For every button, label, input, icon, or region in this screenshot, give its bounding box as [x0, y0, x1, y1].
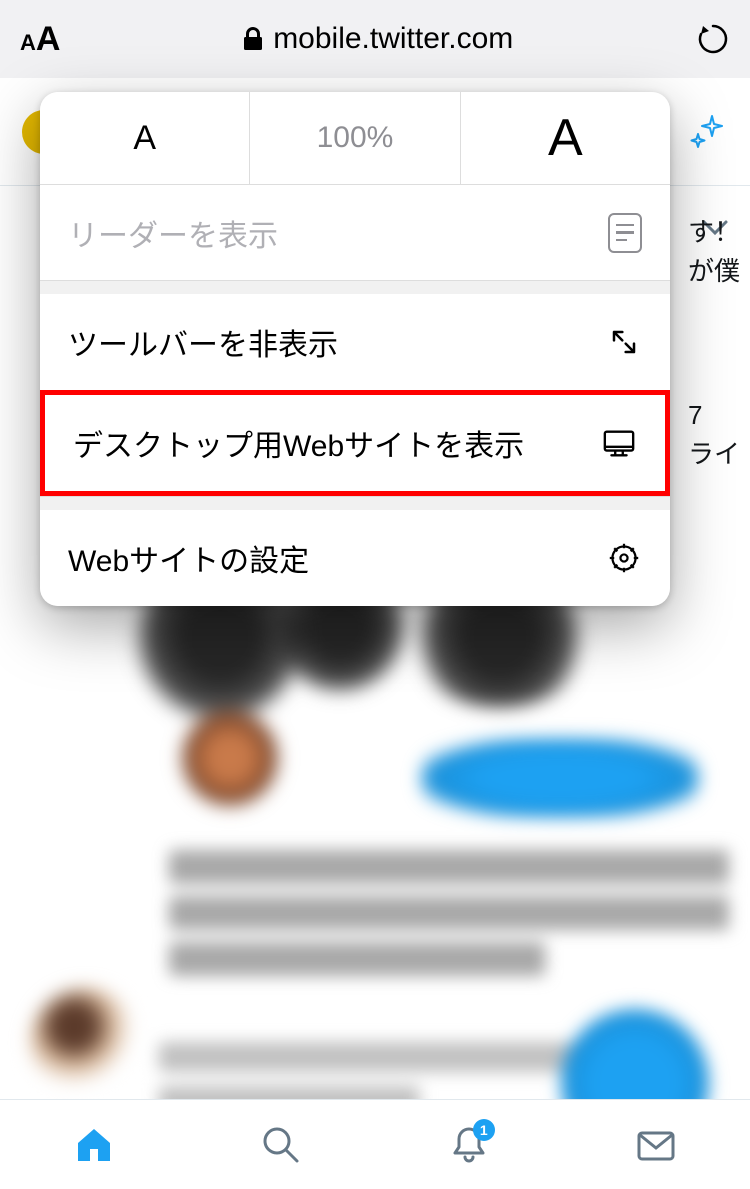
- desktop-icon: [601, 425, 637, 461]
- menu-label: Webサイトの設定: [68, 536, 309, 580]
- lock-icon: [243, 27, 263, 51]
- text-size-button[interactable]: AA: [20, 20, 60, 59]
- url-text: mobile.twitter.com: [273, 22, 513, 56]
- safari-url-bar: AA mobile.twitter.com: [0, 0, 750, 78]
- aa-small-icon: A: [20, 30, 36, 56]
- aa-big-icon: A: [36, 20, 61, 59]
- menu-label: ツールバーを非表示: [68, 320, 338, 364]
- gear-icon: [606, 540, 642, 576]
- menu-label: デスクトップ用Webサイトを表示: [73, 421, 524, 465]
- zoom-level-display[interactable]: 100%: [249, 92, 460, 184]
- sparkle-icon[interactable]: [688, 112, 728, 152]
- show-reader-item: リーダーを表示: [40, 184, 670, 280]
- url-display[interactable]: mobile.twitter.com: [60, 22, 696, 56]
- zoom-out-button[interactable]: A: [40, 92, 249, 184]
- notification-badge: 1: [473, 1119, 495, 1141]
- reader-icon: [608, 213, 642, 253]
- hide-toolbar-item[interactable]: ツールバーを非表示: [40, 294, 670, 390]
- reload-icon[interactable]: [696, 22, 730, 56]
- blurred-feed: [0, 558, 750, 1099]
- zoom-control-row: A 100% A: [40, 92, 670, 184]
- search-tab[interactable]: [259, 1123, 303, 1167]
- zoom-in-button[interactable]: A: [461, 92, 670, 184]
- highlight-annotation: デスクトップ用Webサイトを表示: [40, 390, 670, 496]
- twitter-bottom-nav: 1: [0, 1099, 750, 1189]
- reader-label: リーダーを表示: [68, 211, 278, 255]
- messages-tab[interactable]: [634, 1123, 678, 1167]
- notifications-tab[interactable]: 1: [447, 1123, 491, 1167]
- background-text-fragment: す！ が僕: [688, 213, 740, 291]
- aa-popover-menu: A 100% A リーダーを表示 ツールバーを非表示 デスクトップ用Webサイト…: [40, 92, 670, 606]
- expand-arrows-icon: [606, 324, 642, 360]
- home-tab[interactable]: [72, 1123, 116, 1167]
- website-settings-item[interactable]: Webサイトの設定: [40, 510, 670, 606]
- background-text-fragment: 7 ライ: [688, 396, 740, 474]
- request-desktop-site-item[interactable]: デスクトップ用Webサイトを表示: [45, 395, 665, 491]
